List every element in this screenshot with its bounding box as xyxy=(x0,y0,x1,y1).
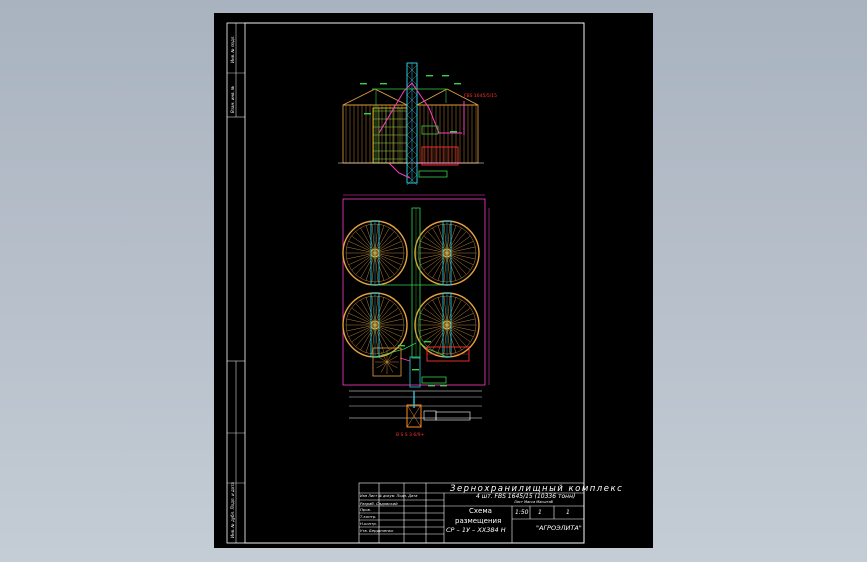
outer-frame xyxy=(226,22,585,544)
silo-plan-3 xyxy=(342,292,408,358)
elevation-view: FBS 1645/5/15 xyxy=(338,62,497,186)
side-label-top: Инв. № подл. xyxy=(230,35,235,63)
plan-view: B S S 3 6/9+ xyxy=(342,194,490,438)
sheets-total: 1 xyxy=(566,509,570,516)
doc-code: СР – 1У – ХХ384 Н xyxy=(446,526,506,534)
side-label-mid: Взам. инв. № xyxy=(230,85,235,113)
column-right-headers: Лист Масса Масштаб xyxy=(514,500,553,504)
drawing-sheet: FBS 1645/5/15 B S S 3 6/9+ Зернохранилищ… xyxy=(214,13,653,548)
fbs-top-label: FBS 1645/5/15 xyxy=(464,93,497,99)
company-name: "АГРОЭЛИТА" xyxy=(536,524,582,532)
silo-plan-1 xyxy=(342,220,408,286)
row-checked: Пров. xyxy=(360,507,372,512)
silo-plan-2 xyxy=(414,220,480,286)
silo-left-elevation xyxy=(342,88,408,164)
row-norm-control: Н.контр. xyxy=(360,521,377,526)
fbs-bottom-label: B S S 3 6/9+ xyxy=(396,432,425,438)
side-label-bottom: Инв. № дубл. Подп. и дата xyxy=(230,482,235,538)
row-tech-control: Т.контр. xyxy=(360,514,377,519)
doc-name-line-2: размещения xyxy=(455,517,502,525)
cad-drawing: FBS 1645/5/15 B S S 3 6/9+ xyxy=(226,22,585,544)
doc-name-line-1: Схема xyxy=(469,507,492,515)
row-approved: Утв. Бердиченко xyxy=(360,528,394,533)
sheet-number: 1 xyxy=(538,509,542,516)
column-headers: Изм Лист № докум. Подп. Дата xyxy=(360,494,418,498)
scale-value: 1:50 xyxy=(515,509,529,516)
row-developer: Разраб. Садовский xyxy=(360,501,398,506)
inner-frame xyxy=(244,22,585,544)
